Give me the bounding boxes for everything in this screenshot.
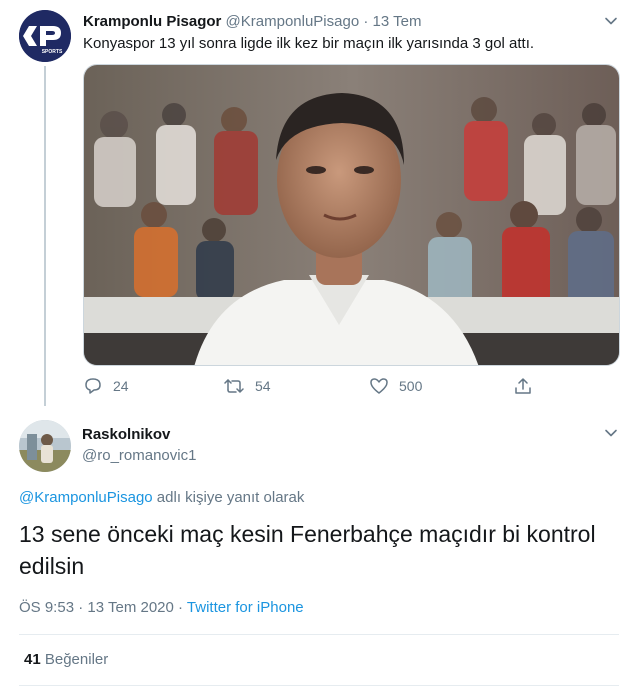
- retweet-icon: [224, 379, 244, 393]
- kp-logo-icon: SPORTS: [19, 10, 71, 62]
- heart-icon: [370, 378, 388, 394]
- reply-icon: [85, 378, 101, 394]
- separator: ·: [363, 13, 369, 30]
- share-action[interactable]: [513, 376, 533, 396]
- author-handle[interactable]: @KramponluPisago: [226, 13, 360, 30]
- tweet-meta: ÖS 9:53 · 13 Tem 2020 · Twitter for iPho…: [19, 598, 304, 618]
- divider: [19, 634, 619, 635]
- like-action[interactable]: 500: [369, 376, 422, 396]
- avatar-image: [19, 420, 71, 472]
- raskolnikov-avatar[interactable]: [19, 420, 71, 472]
- like-count: 500: [399, 378, 423, 394]
- likes-label: Beğeniler: [44, 651, 109, 668]
- reply-count: 24: [113, 378, 129, 394]
- meta-separator-2: ·: [173, 599, 187, 616]
- likes-count: 41: [24, 651, 41, 668]
- reply-text: 13 sene önceki maç kesin Fenerbahçe maçı…: [19, 521, 596, 579]
- tweet-actions: 24 54 500: [83, 376, 553, 400]
- coach-photo: [84, 65, 619, 365]
- logo-text: SPORTS: [42, 49, 63, 55]
- likes-summary[interactable]: 41 Beğeniler: [24, 650, 108, 670]
- kramponlu-avatar[interactable]: SPORTS: [19, 10, 71, 62]
- tweet-text: Konyaspor 13 yıl sonra ligde ilk kez bir…: [83, 35, 535, 52]
- meta-separator: ·: [74, 599, 88, 616]
- chevron-down-icon[interactable]: [604, 426, 618, 440]
- author-name[interactable]: Kramponlu Pisagor: [83, 13, 221, 30]
- share-icon: [515, 378, 531, 394]
- reply-author-name[interactable]: Raskolnikov: [82, 425, 170, 445]
- tweet-time[interactable]: ÖS 9:53: [19, 599, 74, 616]
- tweet-header: Kramponlu Pisagor @KramponluPisago · 13 …: [83, 12, 421, 32]
- reply-to-suffix: adlı kişiye yanıt olarak: [152, 489, 305, 506]
- retweet-count: 54: [255, 378, 271, 394]
- thread-line: [44, 66, 46, 406]
- chevron-down-icon[interactable]: [604, 14, 618, 28]
- tweet-date[interactable]: 13 Tem: [373, 13, 422, 30]
- tweet-full-date[interactable]: 13 Tem 2020: [87, 599, 173, 616]
- reply-author-handle[interactable]: @ro_romanovic1: [82, 446, 196, 466]
- tweet-photo[interactable]: [83, 64, 620, 366]
- original-tweet[interactable]: SPORTS Kramponlu Pisagor @KramponluPisag…: [0, 0, 635, 410]
- tweet-source-link[interactable]: Twitter for iPhone: [187, 599, 304, 616]
- bottom-divider: [19, 685, 619, 686]
- reply-action[interactable]: 24: [83, 376, 129, 396]
- retweet-action[interactable]: 54: [223, 376, 271, 396]
- reply-context: @KramponluPisago adlı kişiye yanıt olara…: [19, 488, 304, 508]
- reply-to-link[interactable]: @KramponluPisago: [19, 489, 153, 506]
